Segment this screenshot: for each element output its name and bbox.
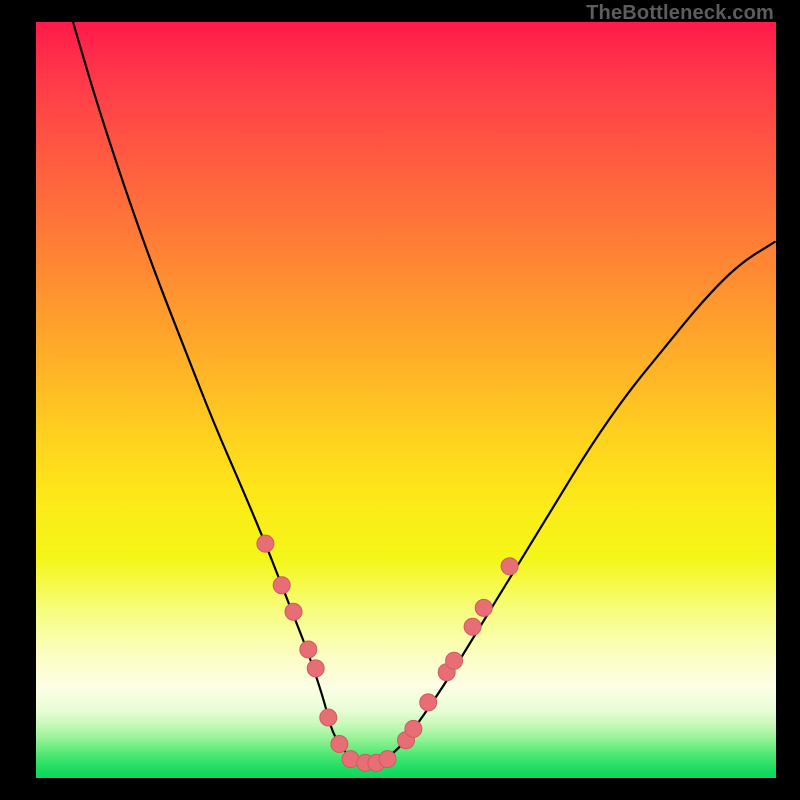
marker-dot <box>285 603 302 620</box>
marker-dot <box>331 736 348 753</box>
marker-dot <box>342 751 359 768</box>
marker-dot <box>464 618 481 635</box>
marker-dot <box>273 577 290 594</box>
marker-dot <box>420 694 437 711</box>
curve-svg <box>36 22 776 778</box>
marker-dot <box>307 660 324 677</box>
marker-dot <box>475 599 492 616</box>
marker-dot <box>501 558 518 575</box>
marker-dot <box>446 652 463 669</box>
marker-dot <box>405 720 422 737</box>
plot-area <box>36 22 776 778</box>
chart-frame: TheBottleneck.com <box>0 0 800 800</box>
marker-dot <box>300 641 317 658</box>
marker-dot <box>320 709 337 726</box>
bottleneck-curve <box>73 22 776 763</box>
highlight-dots <box>257 535 518 771</box>
marker-dot <box>257 535 274 552</box>
marker-dot <box>379 751 396 768</box>
